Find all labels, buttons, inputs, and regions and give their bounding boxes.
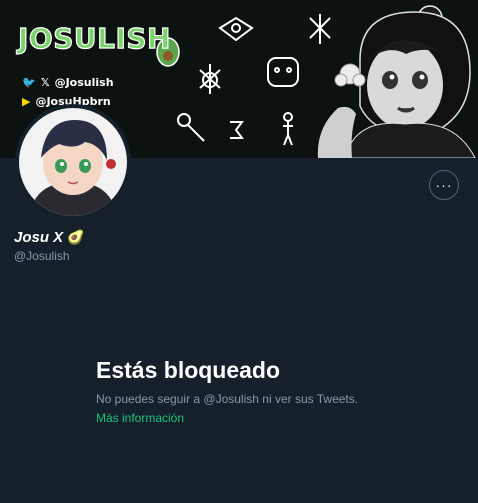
learn-more-link[interactable]: Más información — [96, 411, 184, 425]
profile-name-row: Josu X 🥑 — [14, 229, 85, 246]
blocked-description: No puedes seguir a @Josulish ni ver sus … — [96, 392, 359, 406]
avocado-icon: 🥑 — [67, 229, 85, 245]
avatar[interactable] — [15, 104, 131, 220]
bird-icon: 🐦 — [22, 76, 36, 89]
blocked-title: Estás bloqueado — [96, 357, 281, 383]
display-name: Josu X — [14, 229, 64, 246]
more-options-button[interactable]: ··· — [429, 170, 459, 200]
profile-handle: @Josulish — [14, 249, 70, 263]
banner-brand-text: JOSULISH — [17, 21, 171, 55]
banner-social-twitter: 🐦 𝕏 @Josulish — [22, 76, 114, 89]
play-icon: ▶ — [22, 95, 31, 108]
banner-twitter-handle: @Josulish — [54, 76, 114, 89]
avatar-image — [19, 108, 127, 216]
blocked-notice: Estás bloqueado No puedes seguir a @Josu… — [96, 357, 358, 427]
more-icon: ··· — [435, 177, 453, 193]
x-icon: 𝕏 — [40, 76, 50, 89]
